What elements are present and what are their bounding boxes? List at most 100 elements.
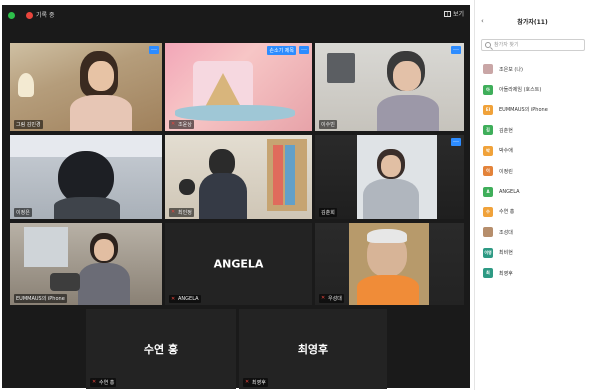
participant-row[interactable]: 김 김춘현 xyxy=(483,120,587,140)
video-tile[interactable]: … 김춘희 xyxy=(315,135,464,219)
video-feed xyxy=(315,135,464,219)
mic-off-icon: ✕ xyxy=(92,379,97,385)
video-tile[interactable]: ✕ 우성대 xyxy=(315,223,464,305)
participant-search-input[interactable]: 참가자 찾기 xyxy=(481,39,585,51)
participant-row[interactable]: 조성대 xyxy=(483,222,587,242)
participant-row[interactable]: 이영 최비현 xyxy=(483,243,587,263)
participant-name: ✕ 수연 홍 xyxy=(90,378,117,387)
mic-off-icon: ✕ xyxy=(171,209,176,215)
participant-row[interactable]: 이 이정린 xyxy=(483,161,587,181)
tile-name: 이수빈 xyxy=(321,122,335,128)
more-options-button[interactable]: … xyxy=(149,46,159,54)
participant-list: 조은보 (나) 아 아들라제임 (호스트) EI EUMMAUS의 iPhone 김 김춘현… xyxy=(483,59,587,283)
participant-name: ✕ 최영후 xyxy=(243,378,268,387)
participant-name: 김춘현 xyxy=(499,127,513,134)
video-feed xyxy=(10,43,162,131)
participant-name: ✕ ANGELA xyxy=(169,295,201,303)
video-tile[interactable]: 수연 홍 ✕ 수연 홍 xyxy=(86,309,236,389)
participant-name: ANGELA xyxy=(499,188,520,195)
security-icon[interactable] xyxy=(8,12,15,19)
participant-name: ✕ 최인정 xyxy=(169,208,194,217)
meeting-top-bar: 기록 중 보기 xyxy=(2,5,470,27)
avatar: 김 xyxy=(483,125,493,136)
video-feed xyxy=(165,43,312,131)
tile-name: 조윤상 xyxy=(178,122,192,128)
meeting-window: 기록 중 보기 그림 김민경 … 손소기 제목 … ✕ 조윤상 … 이수빈 이정… xyxy=(2,5,470,389)
participant-name: ✕ 우성대 xyxy=(319,294,344,303)
participant-name: 최비현 xyxy=(499,250,513,257)
participant-display-name: 최영후 xyxy=(297,343,329,356)
video-feed xyxy=(165,135,312,219)
tile-tag: 손소기 제목 xyxy=(267,46,296,55)
tile-name: ANGELA xyxy=(178,296,199,302)
video-tile[interactable]: ✕ 최인정 xyxy=(165,135,312,219)
avatar: A xyxy=(483,186,493,197)
participant-name: 조성대 xyxy=(499,229,513,236)
participant-name: 최영후 xyxy=(499,270,513,277)
video-feed xyxy=(315,43,464,131)
recording-label: 기록 중 xyxy=(36,12,55,19)
participant-row[interactable]: A ANGELA xyxy=(483,181,587,201)
tile-name: EUMMAUS의 iPhone xyxy=(16,296,65,302)
video-tile[interactable]: EUMMAUS의 iPhone xyxy=(10,223,162,305)
avatar: 박 xyxy=(483,145,493,156)
view-button[interactable]: 보기 xyxy=(443,9,464,18)
video-tile[interactable]: 그림 김민경 … xyxy=(10,43,162,131)
participant-name: 아들라제임 (호스트) xyxy=(499,87,542,94)
video-tile[interactable]: 최영후 ✕ 최영후 xyxy=(239,309,387,389)
participant-name: 이수빈 xyxy=(319,120,337,129)
participant-name: EUMMAUS의 iPhone xyxy=(499,107,548,114)
more-options-button[interactable]: … xyxy=(299,46,309,54)
participant-name: 그림 김민경 xyxy=(14,120,43,129)
participant-display-name: 수연 홍 xyxy=(143,343,179,356)
recording-icon xyxy=(26,12,33,19)
participant-name: 김춘희 xyxy=(319,208,337,217)
more-options-button[interactable]: … xyxy=(451,138,461,146)
avatar: EI xyxy=(483,104,493,115)
participant-name: ✕ 조윤상 xyxy=(169,120,194,129)
mic-off-icon: ✕ xyxy=(171,295,176,302)
participant-row[interactable]: 조은보 (나) xyxy=(483,59,587,79)
participant-row[interactable]: 최 최영후 xyxy=(483,263,587,283)
participant-name: 이정린 xyxy=(499,168,513,175)
video-feed xyxy=(10,135,162,219)
participant-name: EUMMAUS의 iPhone xyxy=(14,294,67,303)
participant-row[interactable]: 박 박수애 xyxy=(483,141,587,161)
participant-row[interactable]: 수 수연 홍 xyxy=(483,202,587,222)
participant-name: 박수애 xyxy=(499,148,513,155)
search-placeholder: 참가자 찾기 xyxy=(494,42,519,48)
avatar: 최 xyxy=(483,268,493,279)
participant-row[interactable]: 아 아들라제임 (호스트) xyxy=(483,79,587,99)
video-tile[interactable]: ANGELA ✕ ANGELA xyxy=(165,223,312,305)
participant-name: 조은보 (나) xyxy=(499,66,523,73)
mic-off-icon: ✕ xyxy=(245,379,250,385)
video-tile[interactable]: 이정은 xyxy=(10,135,162,219)
avatar: 아 xyxy=(483,84,493,95)
participant-row[interactable]: EI EUMMAUS의 iPhone xyxy=(483,100,587,120)
tile-name: 그림 김민경 xyxy=(16,122,41,128)
search-icon xyxy=(485,42,491,48)
video-feed xyxy=(10,223,162,305)
participant-name: 수연 홍 xyxy=(499,209,515,216)
participant-name: 이정은 xyxy=(14,208,32,217)
participant-display-name: ANGELA xyxy=(213,257,264,271)
mic-off-icon: ✕ xyxy=(321,295,326,301)
video-tile[interactable]: 손소기 제목 … ✕ 조윤상 xyxy=(165,43,312,131)
video-tile[interactable]: … 이수빈 xyxy=(315,43,464,131)
avatar xyxy=(483,227,493,238)
panel-title: 참가자(11) xyxy=(517,19,548,26)
more-options-button[interactable]: … xyxy=(451,46,461,54)
video-feed xyxy=(315,223,464,305)
tile-name: 최영후 xyxy=(252,380,266,386)
mic-off-icon: ✕ xyxy=(171,121,176,127)
participants-panel: ‹ 참가자(11) 참가자 찾기 조은보 (나) 아 아들라제임 (호스트) EI EU… xyxy=(474,0,590,390)
tile-name: 김춘희 xyxy=(321,210,335,216)
avatar: 이영 xyxy=(483,247,493,258)
avatar: 이 xyxy=(483,166,493,177)
tile-name: 최인정 xyxy=(178,210,192,216)
avatar xyxy=(483,64,493,75)
tile-name: 수연 홍 xyxy=(99,380,115,386)
avatar: 수 xyxy=(483,206,493,217)
tile-name: 이정은 xyxy=(16,210,30,216)
tile-name: 우성대 xyxy=(328,296,342,302)
